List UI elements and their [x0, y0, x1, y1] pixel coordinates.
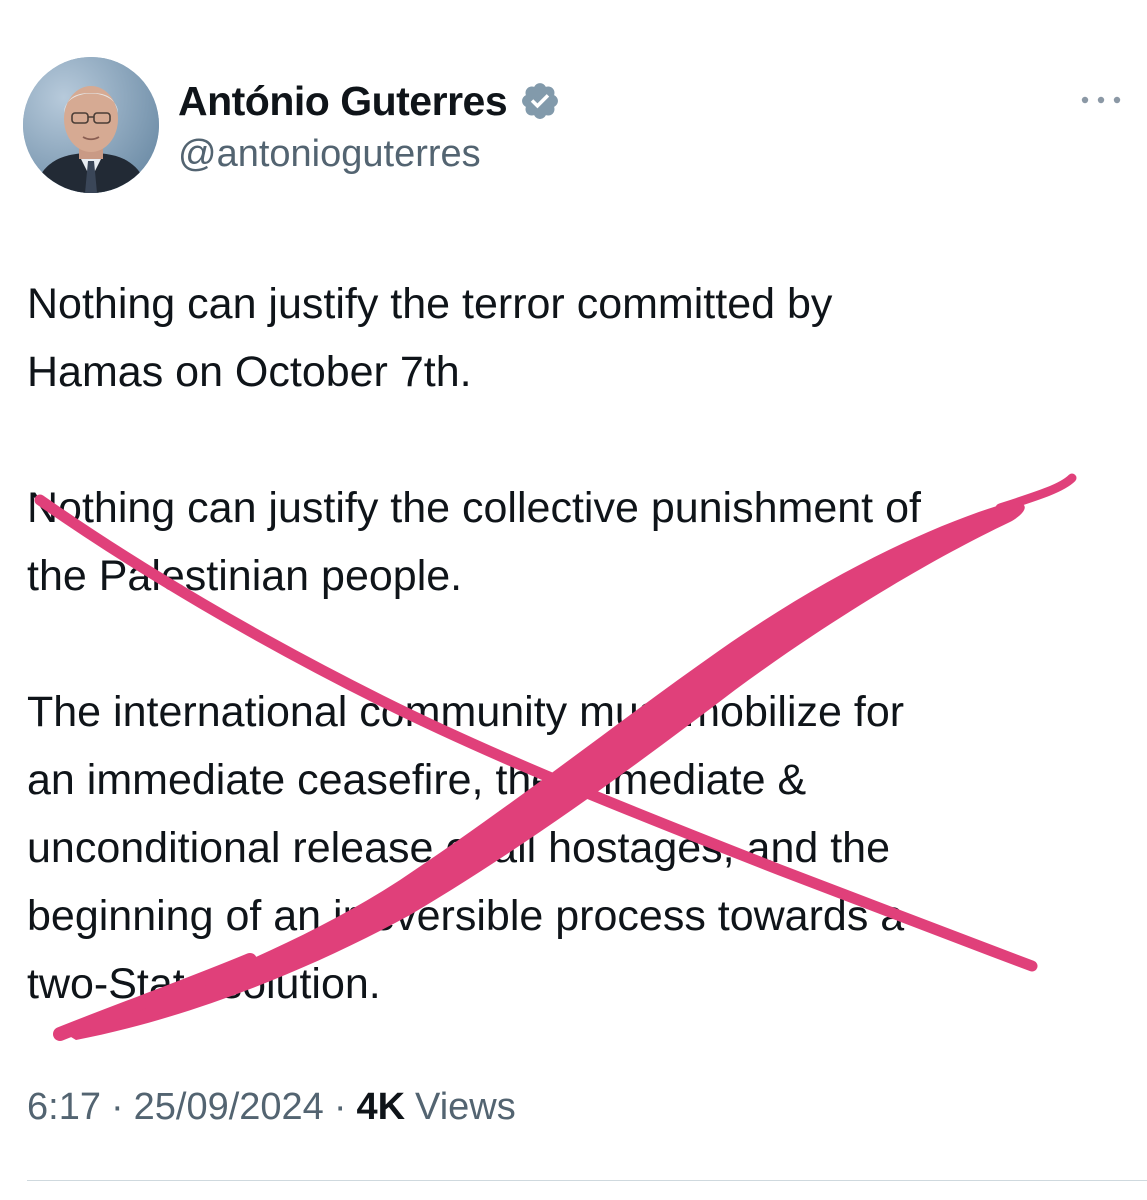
views-count[interactable]: 4K [356, 1086, 405, 1129]
tweet-paragraph: Nothing can justify the terror committed… [27, 280, 833, 396]
meta-separator: · [110, 1086, 124, 1128]
views-label[interactable]: Views [415, 1086, 516, 1129]
avatar[interactable] [23, 57, 159, 193]
tweet-time[interactable]: 6:17 [27, 1086, 101, 1129]
tweet-paragraph: Nothing can justify the collective punis… [27, 484, 921, 600]
tweet-date[interactable]: 25/09/2024 [134, 1086, 324, 1129]
avatar-photo [23, 57, 159, 193]
meta-separator: · [333, 1086, 347, 1128]
more-horizontal-icon[interactable] [1078, 88, 1124, 112]
tweet-meta: 6:17 · 25/09/2024 · 4K Views [27, 1086, 516, 1129]
author-display-name[interactable]: António Guterres [178, 78, 508, 125]
tweet-card: António Guterres @antonioguterres Nothin… [0, 0, 1147, 1200]
author-name-row[interactable]: António Guterres [178, 74, 561, 128]
divider [27, 1180, 1147, 1181]
tweet-paragraph: The international community must mobiliz… [27, 688, 905, 1008]
verified-badge-icon [522, 83, 559, 119]
author-handle[interactable]: @antonioguterres [178, 133, 481, 176]
tweet-text: Nothing can justify the terror committed… [27, 270, 1122, 1018]
